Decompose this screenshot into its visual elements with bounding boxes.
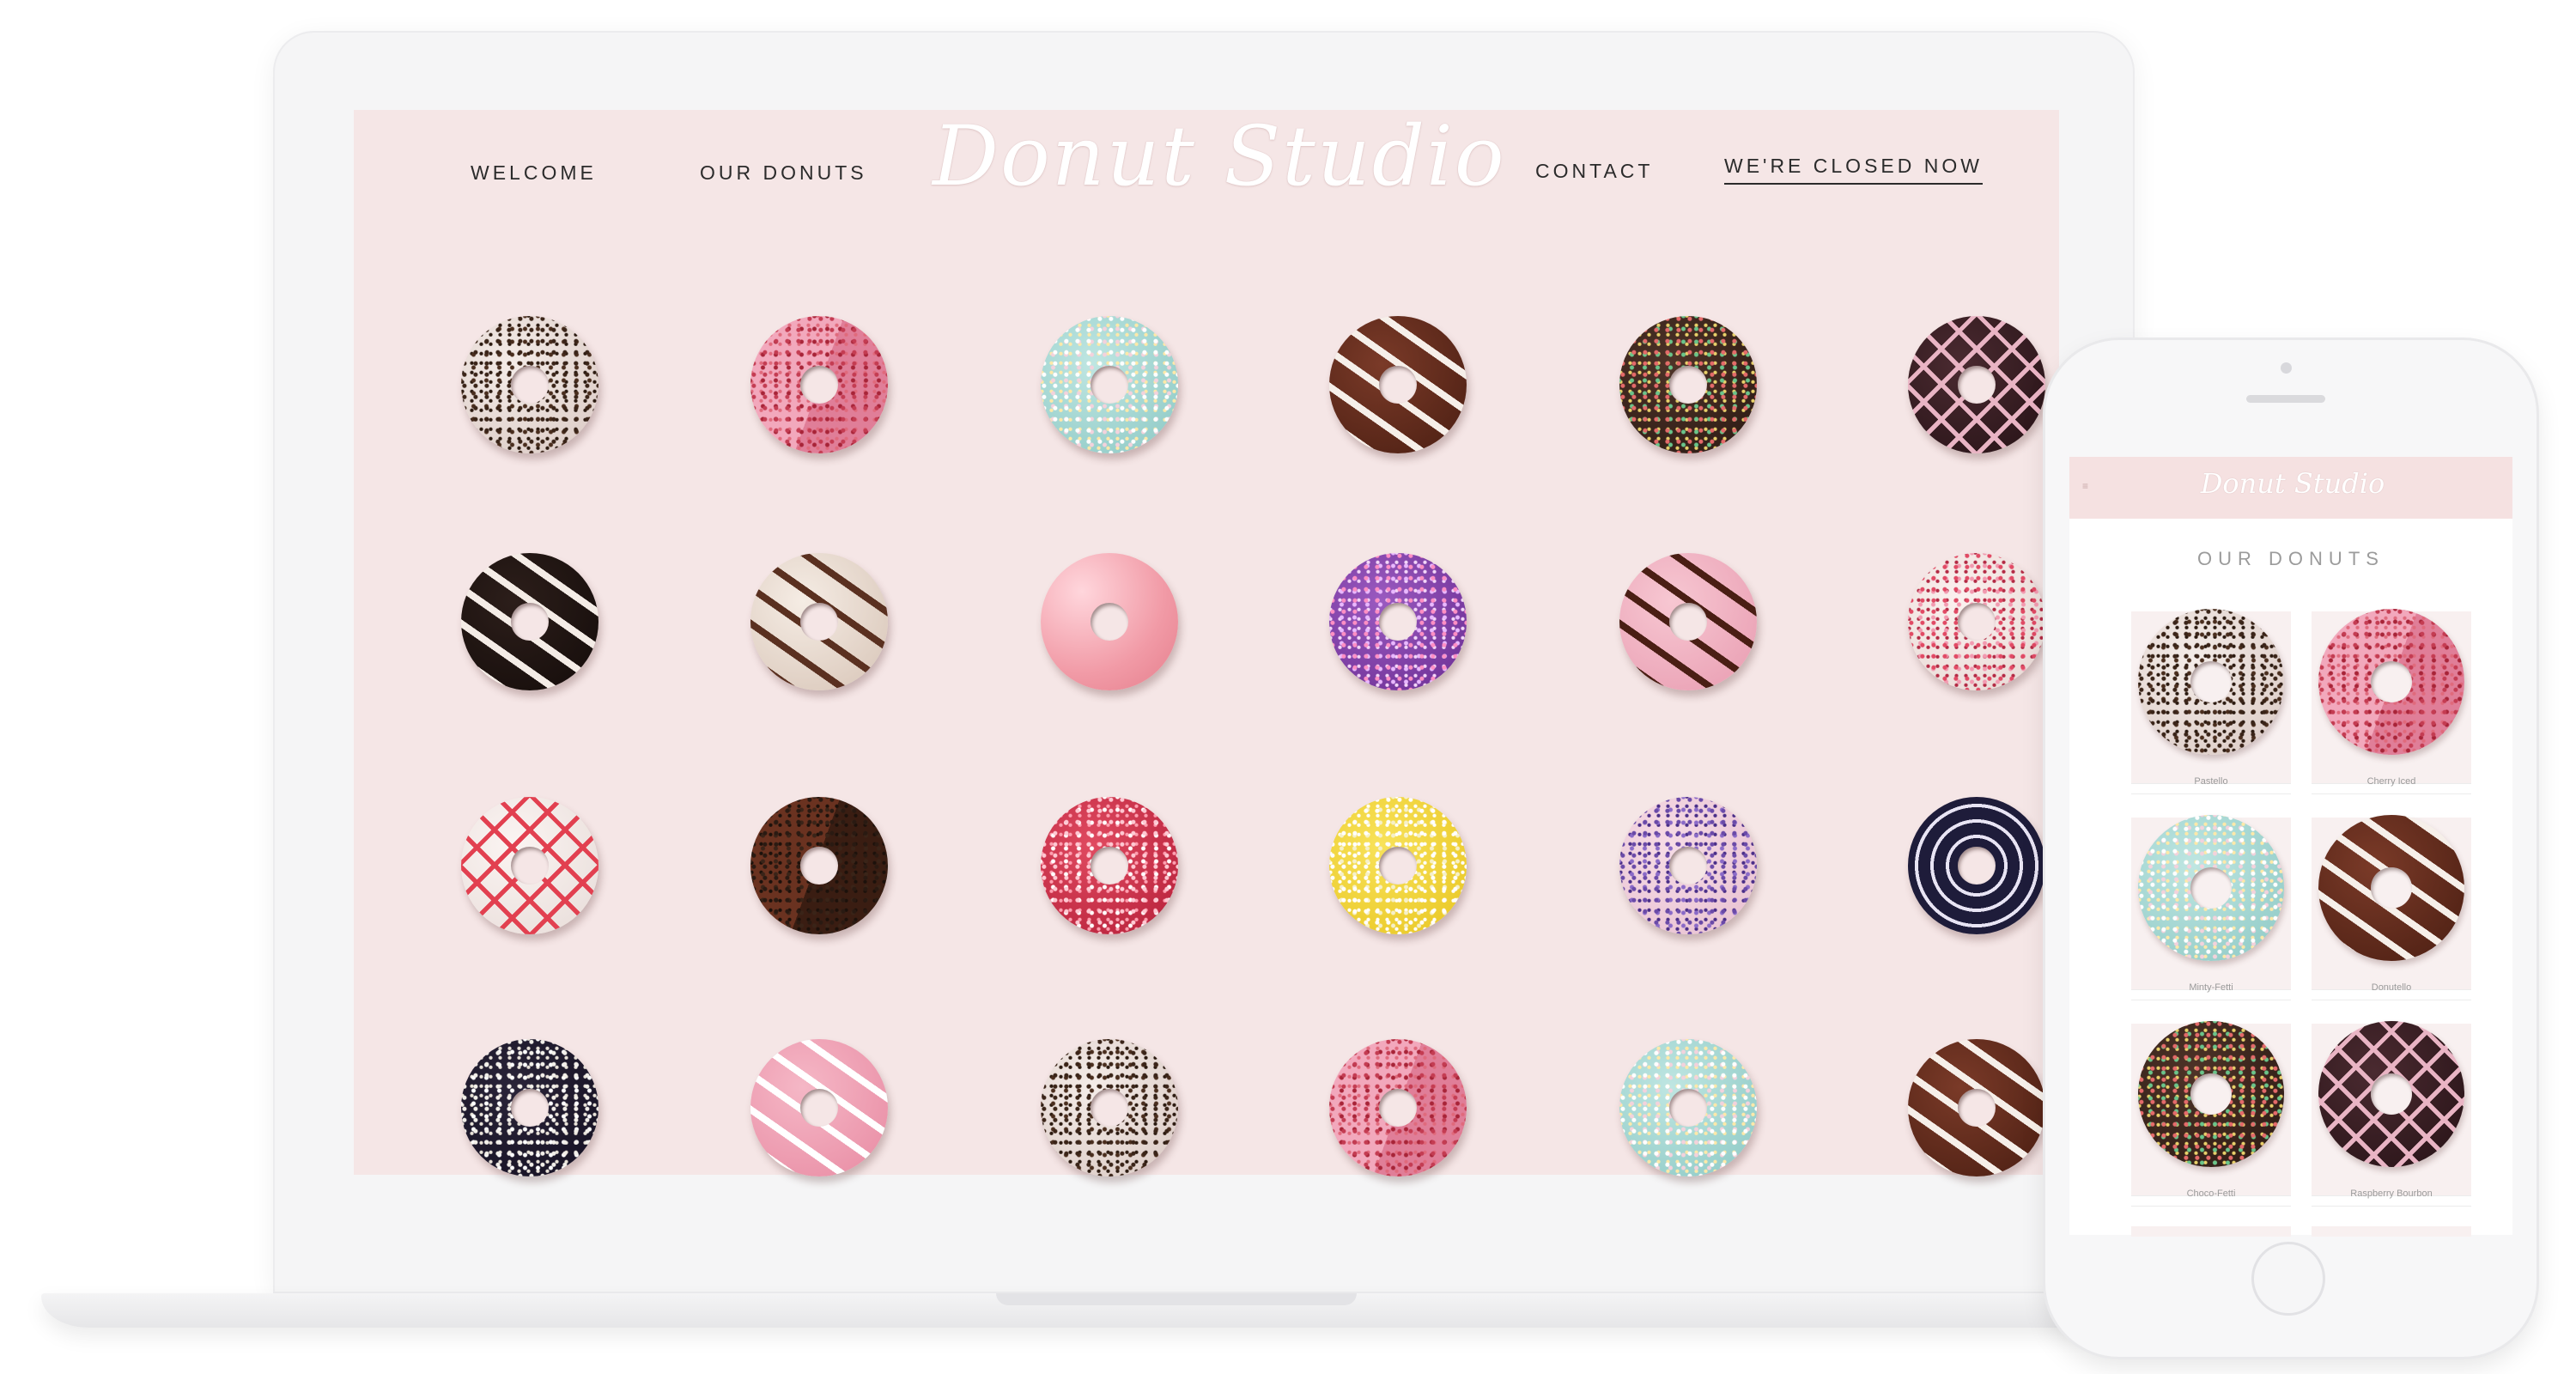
donut-hole (1958, 847, 1996, 885)
mobile-donut-image (2138, 815, 2284, 961)
mobile-donut-card[interactable] (2131, 609, 2291, 783)
donut-hole (1379, 1089, 1417, 1127)
card-divider (2312, 793, 2471, 794)
mobile-donut-image (2318, 609, 2464, 755)
donut-item[interactable] (1041, 797, 1178, 934)
donut-hole (511, 847, 549, 885)
donut-hole (1379, 847, 1417, 885)
donut-hole (511, 603, 549, 641)
donut-item[interactable] (1041, 316, 1178, 453)
mobile-donut-card[interactable] (2131, 815, 2291, 989)
donut-item[interactable] (461, 1039, 598, 1176)
mobile-section-title: OUR DONUTS (2197, 548, 2385, 569)
donut-hole (800, 1089, 838, 1127)
donut-hole (1091, 1089, 1128, 1127)
donut-item[interactable] (1908, 553, 2045, 690)
mobile-donut-card-partial (2131, 1226, 2291, 1237)
donut-hole (800, 847, 838, 885)
donut-hole (2371, 661, 2412, 702)
mobile-donut-card[interactable] (2312, 815, 2471, 989)
donut-hole (2190, 661, 2232, 702)
donut-hole (1958, 1089, 1996, 1127)
site-logo[interactable]: Donut Studio (933, 108, 1504, 204)
mobile-donut-image (2138, 1021, 2284, 1167)
donut-item[interactable] (1329, 316, 1467, 453)
phone-speaker (2246, 395, 2325, 403)
donut-hole (800, 603, 838, 641)
donut-hole (2371, 1073, 2412, 1115)
donut-hole (800, 366, 838, 404)
mobile-donut-name: Minty-Fetti (2189, 982, 2233, 993)
mobile-logo[interactable]: Donut Studio (2198, 467, 2387, 500)
donut-item[interactable] (1619, 316, 1757, 453)
donut-hole (1669, 366, 1707, 404)
donut-hole (511, 1089, 549, 1127)
donut-item[interactable] (1908, 316, 2045, 453)
donut-hole (2190, 1073, 2232, 1115)
mobile-donut-name: Donutello (2371, 982, 2412, 993)
nav-contact[interactable]: CONTACT (1535, 160, 1653, 183)
mobile-donut-name: Cherry Iced (2366, 776, 2416, 787)
donut-item[interactable] (1329, 1039, 1467, 1176)
mobile-donut-name: Pastello (2194, 776, 2228, 787)
donut-item[interactable] (1619, 1039, 1757, 1176)
mobile-donut-image (2138, 609, 2284, 755)
donut-hole (1379, 603, 1417, 641)
card-divider (2131, 1206, 2291, 1207)
donut-item[interactable] (1908, 797, 2045, 934)
donut-hole (1958, 366, 1996, 404)
donut-item[interactable] (1908, 1039, 2045, 1176)
donut-item[interactable] (461, 797, 598, 934)
nav-our-donuts[interactable]: OUR DONUTS (700, 161, 867, 185)
donut-hole (511, 366, 549, 404)
home-button[interactable] (2251, 1242, 2325, 1316)
mobile-donut-card-partial (2312, 1226, 2471, 1237)
desktop-screen (354, 110, 2059, 1175)
card-divider (2312, 1206, 2471, 1207)
mobile-donut-card[interactable] (2312, 609, 2471, 783)
laptop-notch (996, 1293, 1357, 1305)
mobile-donut-image (2318, 815, 2464, 961)
donut-hole (1091, 847, 1128, 885)
donut-item[interactable] (750, 316, 888, 453)
donut-item[interactable] (461, 316, 598, 453)
donut-item[interactable] (750, 553, 888, 690)
mobile-donut-image (2318, 1021, 2464, 1167)
donut-item[interactable] (1619, 553, 1757, 690)
card-divider (2131, 793, 2291, 794)
donut-item[interactable] (750, 797, 888, 934)
nav-welcome[interactable]: WELCOME (471, 161, 597, 185)
nav-closed-status[interactable]: WE'RE CLOSED NOW (1724, 155, 1983, 185)
donut-item[interactable] (750, 1039, 888, 1176)
donut-hole (1669, 1089, 1707, 1127)
donut-hole (1091, 366, 1128, 404)
donut-hole (1091, 603, 1128, 641)
donut-item[interactable] (1041, 1039, 1178, 1176)
mobile-donut-card[interactable] (2312, 1021, 2471, 1195)
donut-hole (2190, 867, 2232, 909)
mobile-donut-name: Choco-Fetti (2186, 1189, 2236, 1199)
donut-hole (1669, 847, 1707, 885)
mobile-donut-card[interactable] (2131, 1021, 2291, 1195)
donut-hole (1379, 366, 1417, 404)
donut-hole (1669, 603, 1707, 641)
donut-item[interactable] (1619, 797, 1757, 934)
hamburger-icon[interactable]: ≡ (2082, 481, 2093, 491)
donut-item[interactable] (1329, 797, 1467, 934)
donut-item[interactable] (1329, 553, 1467, 690)
donut-hole (1958, 603, 1996, 641)
mobile-donut-name: Raspberry Bourbon (2350, 1189, 2433, 1199)
phone-camera (2281, 362, 2292, 374)
donut-item[interactable] (461, 553, 598, 690)
donut-hole (2371, 867, 2412, 909)
donut-item[interactable] (1041, 553, 1178, 690)
